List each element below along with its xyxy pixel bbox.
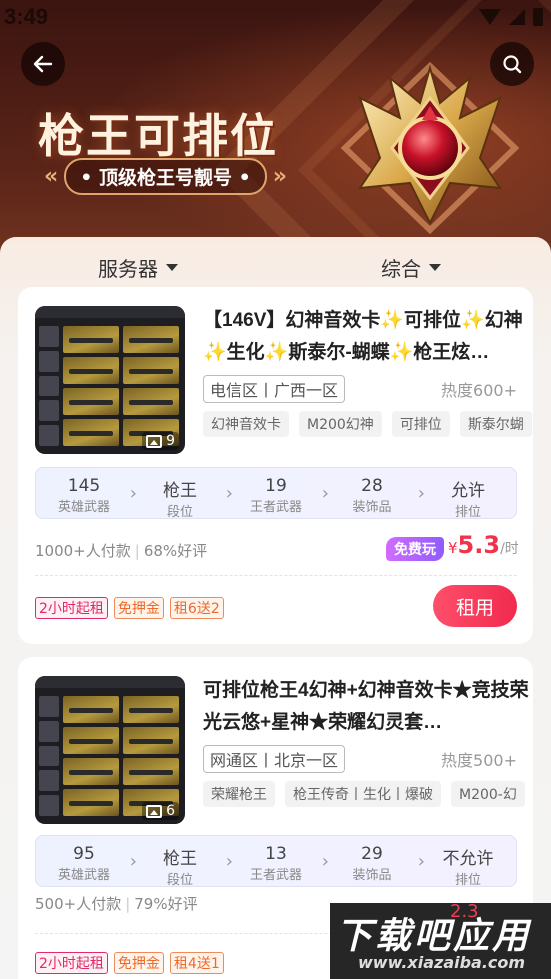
promo-badge: 租4送1 — [169, 952, 224, 974]
signal-icon — [509, 9, 525, 25]
tag-list: 荣耀枪王 枪王传奇丨生化丨爆破 M200-幻 — [203, 781, 533, 807]
promo-badge: 免押金 — [113, 952, 164, 974]
promo-badge: 2小时起租 — [35, 597, 108, 619]
caret-down-icon — [166, 264, 178, 271]
region-tag: 电信区丨广西一区 — [203, 375, 346, 403]
filter-bar: 服务器 综合 — [0, 237, 551, 293]
stat-ranked: 不允许 排位 — [442, 849, 494, 888]
sales-info: 1000+人付款 | 68%好评 — [35, 542, 208, 560]
chevron-left-icon: « — [44, 164, 59, 189]
sort-filter-label: 综合 — [381, 257, 421, 281]
sort-filter[interactable]: 综合 — [381, 253, 441, 282]
image-icon — [146, 804, 163, 818]
tag: 斯泰尔蝴 — [459, 411, 532, 437]
listing-title[interactable]: 可排位枪王4幻神+幻神音效卡★竞技荣光云悠+星神★荣耀幻灵套… — [203, 675, 531, 739]
tag: M200-幻 — [451, 781, 525, 807]
free-play-badge[interactable]: 免费玩 — [386, 537, 444, 561]
back-button[interactable] — [21, 42, 65, 86]
hero-subtitle: • 顶级枪王号靓号 • — [64, 158, 267, 195]
tag: 荣耀枪王 — [203, 781, 275, 807]
server-filter[interactable]: 服务器 — [98, 253, 178, 282]
status-time: 3:49 — [4, 4, 49, 29]
listing-thumbnail[interactable]: 9 — [35, 306, 185, 454]
stats-bar: 95 英雄武器 › 枪王 段位 › 13 王者武器 › 29 装饰品 › 不允许 — [35, 835, 517, 888]
region-tag: 网通区丨北京一区 — [203, 745, 346, 773]
server-filter-label: 服务器 — [98, 257, 158, 281]
listing-card[interactable]: 9 【146V】幻神音效卡✨可排位✨幻神✨生化✨斯泰尔-蝴蝶✨枪王炫… 电信区丨… — [18, 287, 533, 644]
stat-hero-weapons: 95 英雄武器 › — [57, 844, 137, 883]
promo-badge: 免押金 — [113, 597, 164, 619]
wifi-icon — [479, 9, 501, 25]
stat-king-weapons: 13 王者武器 › — [249, 844, 329, 883]
battery-icon — [533, 8, 543, 26]
promo-badge: 2小时起租 — [35, 952, 108, 974]
stat-king-weapons: 19 王者武器 › — [249, 476, 329, 515]
arrow-left-icon — [33, 55, 53, 73]
promo-badges: 2小时起租 免押金 租4送1 — [35, 952, 224, 974]
tag: M200幻神 — [299, 411, 382, 437]
heat-count: 热度600+ — [441, 381, 517, 400]
rent-button[interactable]: 租用 — [433, 585, 517, 627]
watermark-url: www.xiazaiba.com — [358, 953, 526, 972]
stat-decorations: 28 装饰品 › — [352, 476, 425, 515]
page-title: 枪王可排位 — [38, 110, 278, 162]
sales-info: 500+人付款 | 79%好评 — [35, 895, 198, 913]
stat-rank: 枪王 段位 › — [163, 481, 233, 520]
tag: 幻神音效卡 — [203, 411, 289, 437]
image-count: 9 — [142, 432, 179, 450]
hero-subtitle-wrap: « • 顶级枪王号靓号 • » — [44, 158, 287, 195]
image-icon — [146, 434, 163, 448]
tag: 枪王传奇丨生化丨爆破 — [285, 781, 441, 807]
promo-badge: 租6送2 — [169, 597, 224, 619]
watermark-logo: 2.3 下载吧应用 www.xiazaiba.com — [330, 901, 551, 979]
chevron-right-icon: » — [272, 164, 287, 189]
stat-ranked: 允许 排位 — [451, 481, 485, 520]
caret-down-icon — [429, 264, 441, 271]
stat-hero-weapons: 145 英雄武器 › — [57, 476, 137, 515]
divider — [35, 575, 517, 576]
listing-title[interactable]: 【146V】幻神音效卡✨可排位✨幻神✨生化✨斯泰尔-蝴蝶✨枪王炫… — [203, 305, 531, 369]
stats-bar: 145 英雄武器 › 枪王 段位 › 19 王者武器 › 28 装饰品 › 允许 — [35, 467, 517, 520]
price: ¥ 5.3 /时 — [448, 531, 519, 559]
stat-decorations: 29 装饰品 › — [352, 844, 425, 883]
heat-count: 热度500+ — [441, 751, 517, 770]
rank-emblem-icon — [340, 61, 520, 235]
listing-thumbnail[interactable]: 6 — [35, 676, 185, 824]
tag: 可排位 — [391, 411, 450, 437]
listing-panel: 服务器 综合 9 【146V】幻神音效卡✨可排位✨幻神✨生化✨斯泰尔-蝴蝶✨枪王… — [0, 237, 551, 979]
stat-rank: 枪王 段位 › — [163, 849, 233, 888]
image-count: 6 — [142, 802, 179, 820]
status-icons — [479, 8, 543, 26]
promo-badges: 2小时起租 免押金 租6送2 — [35, 597, 224, 619]
tag-list: 幻神音效卡 M200幻神 可排位 斯泰尔蝴 — [203, 411, 533, 437]
watermark-title: 下载吧应用 — [336, 915, 532, 956]
